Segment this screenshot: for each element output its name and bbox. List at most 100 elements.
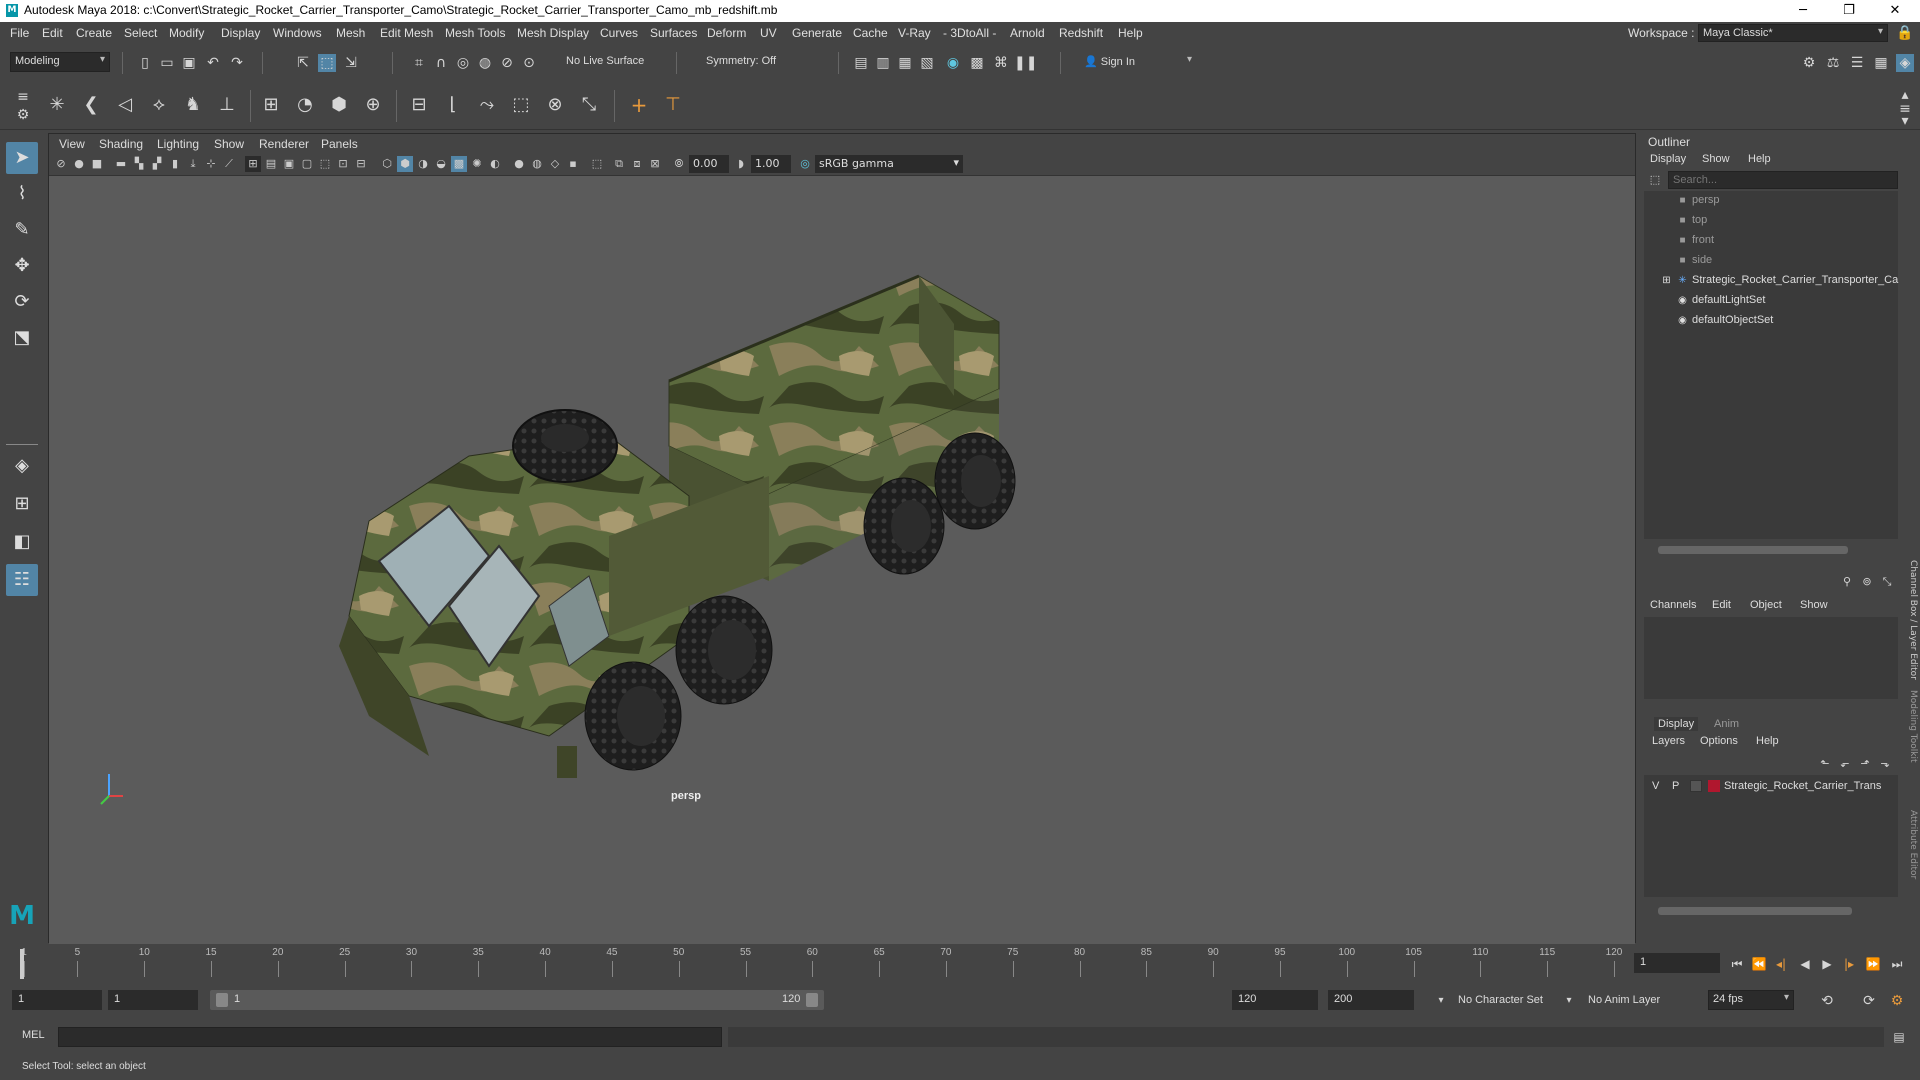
channel-box-icon-1[interactable]: ⚲ xyxy=(1838,573,1856,591)
menu-modify[interactable]: Modify xyxy=(169,26,204,40)
menu-redshift[interactable]: Redshift xyxy=(1059,26,1103,40)
menu-generate[interactable]: Generate xyxy=(792,26,842,40)
save-scene-icon[interactable]: ▣ xyxy=(180,54,198,72)
ambient-occlusion-icon[interactable]: ● xyxy=(511,156,527,172)
step-forward-frame-icon[interactable]: |▸ xyxy=(1840,955,1858,973)
layer-editor-icon[interactable]: ◈ xyxy=(1896,54,1914,72)
time-slider[interactable]: 1 5 10 15 20 25 30 35 40 45 50 55 60 65 70 75 80 85 90 95 10… xyxy=(0,945,1920,981)
camera-attr-icon[interactable]: ● xyxy=(71,156,87,172)
shelf-tool-18-icon[interactable]: ⊤ xyxy=(664,96,682,114)
menu-help[interactable]: Help xyxy=(1118,26,1143,40)
outliner-menu-help[interactable]: Help xyxy=(1748,153,1771,165)
ipr-render-icon[interactable]: ▦ xyxy=(896,54,914,72)
use-lights-icon[interactable]: ✺ xyxy=(469,156,485,172)
auto-key-icon[interactable]: ⟳ xyxy=(1860,992,1878,1010)
range-start-handle[interactable] xyxy=(216,993,228,1007)
shelf-tool-6-icon[interactable]: ⊥ xyxy=(218,96,236,114)
shelf-menu-icon[interactable]: ≡ xyxy=(14,88,32,106)
play-backward-icon[interactable]: ◀ xyxy=(1796,955,1814,973)
mel-command-input[interactable] xyxy=(58,1027,722,1047)
close-button[interactable]: ✕ xyxy=(1872,0,1918,22)
xray-joints-icon[interactable]: ⧈ xyxy=(629,156,645,172)
shadows-icon[interactable]: ⊡ xyxy=(335,156,351,172)
exposure-field[interactable]: 0.00 xyxy=(689,155,729,173)
shelf-settings-icon[interactable]: ⚙ xyxy=(14,106,32,124)
lights-icon[interactable]: ⬚ xyxy=(317,156,333,172)
select-component-icon[interactable]: ⇲ xyxy=(342,54,360,72)
animation-start-field[interactable]: 1 xyxy=(12,990,102,1010)
attribute-editor-icon[interactable]: ⚖ xyxy=(1824,54,1842,72)
viewport-menu-lighting[interactable]: Lighting xyxy=(157,137,199,151)
select-hierarchy-icon[interactable]: ⇱ xyxy=(294,54,312,72)
outliner-search-input[interactable] xyxy=(1668,171,1898,189)
bounding-box-icon[interactable]: ◒ xyxy=(433,156,449,172)
menu-edit[interactable]: Edit xyxy=(42,26,63,40)
menu-cache[interactable]: Cache xyxy=(853,26,888,40)
layer-menu-help[interactable]: Help xyxy=(1756,735,1779,747)
wireframe-shaded-icon[interactable]: ⬡ xyxy=(379,156,395,172)
move-tool-icon[interactable]: ✥ xyxy=(6,250,38,282)
lock-icon[interactable]: 🔒 xyxy=(1896,24,1914,42)
depth-of-field-icon[interactable]: ▪ xyxy=(565,156,581,172)
shadows-toggle-icon[interactable]: ◐ xyxy=(487,156,503,172)
layer-visibility-toggle[interactable]: V xyxy=(1652,780,1659,792)
pause-icon[interactable]: ❚❚ xyxy=(1014,54,1037,72)
viewport-canvas[interactable]: persp xyxy=(49,176,1635,944)
viewport-menu-shading[interactable]: Shading xyxy=(99,137,143,151)
outliner-item-persp[interactable]: ■ persp xyxy=(1644,191,1898,211)
menu-windows[interactable]: Windows xyxy=(273,26,322,40)
new-layer-icon[interactable]: ⬏ xyxy=(1856,755,1874,773)
select-tool-icon[interactable]: ➤ xyxy=(6,142,38,174)
render-sequence-icon[interactable]: ▩ xyxy=(968,54,986,72)
menu-curves[interactable]: Curves xyxy=(600,26,638,40)
menu-3dtoall[interactable]: - 3DtoAll - xyxy=(943,26,996,40)
motion-blur-icon[interactable]: ◍ xyxy=(529,156,545,172)
texture-icon[interactable]: ▢ xyxy=(299,156,315,172)
channel-box-icon-2[interactable]: ⊚ xyxy=(1858,573,1876,591)
lasso-tool-icon[interactable]: ⌇ xyxy=(6,178,38,210)
hypershade-icon[interactable]: ◉ xyxy=(944,54,962,72)
channelbox-menu-channels[interactable]: Channels xyxy=(1650,599,1696,611)
four-view-icon[interactable]: ⊞ xyxy=(6,488,38,520)
channel-box-icon-3[interactable]: ⤡ xyxy=(1878,573,1896,591)
shelf-tool-16-icon[interactable]: ⤡ xyxy=(580,96,598,114)
single-view-icon[interactable]: ◈ xyxy=(6,450,38,482)
isolate-select-icon[interactable]: ⬚ xyxy=(589,156,605,172)
wireframe-icon[interactable]: ⊞ xyxy=(245,156,261,172)
viewport-menu-panels[interactable]: Panels xyxy=(321,137,358,151)
playback-start-field[interactable]: 1 xyxy=(108,990,198,1010)
animation-prefs-icon[interactable]: ⚙ xyxy=(1888,992,1906,1010)
menu-mesh-tools[interactable]: Mesh Tools xyxy=(445,26,505,40)
range-end-handle[interactable] xyxy=(806,993,818,1007)
layer-menu-options[interactable]: Options xyxy=(1700,735,1738,747)
safe-action-icon[interactable]: ⟋ xyxy=(221,156,237,172)
workspace-dropdown[interactable]: Maya Classic* ▾ xyxy=(1698,24,1888,42)
channelbox-menu-show[interactable]: Show xyxy=(1800,599,1828,611)
snap-grid-icon[interactable]: ⌗ xyxy=(410,54,428,72)
resolution-gate-icon[interactable]: ▮ xyxy=(167,156,183,172)
gate-mask-icon[interactable]: ⤓ xyxy=(185,156,201,172)
channel-box-toggle-icon[interactable]: ▦ xyxy=(1872,54,1890,72)
layer-tab-display[interactable]: Display xyxy=(1654,717,1699,731)
fps-dropdown[interactable]: 24 fps ▾ xyxy=(1708,990,1794,1010)
channelbox-menu-object[interactable]: Object xyxy=(1750,599,1782,611)
channelbox-menu-edit[interactable]: Edit xyxy=(1712,599,1731,611)
smooth-shade-icon[interactable]: ▤ xyxy=(263,156,279,172)
layer-move-down-icon[interactable]: ⬐ xyxy=(1836,755,1854,773)
shelf-tool-17-icon[interactable]: + xyxy=(630,95,648,115)
bookmark-icon[interactable]: ■ xyxy=(89,156,105,172)
layer-move-up-icon[interactable]: ⬑ xyxy=(1816,755,1834,773)
outliner-item-default-object-set[interactable]: ◉ defaultObjectSet xyxy=(1644,311,1898,331)
new-layer-selected-icon[interactable]: ⬎ xyxy=(1876,755,1894,773)
paint-select-tool-icon[interactable]: ✎ xyxy=(6,214,38,246)
snap-view-icon[interactable]: ◍ xyxy=(476,54,494,72)
outliner-menu-show[interactable]: Show xyxy=(1702,153,1730,165)
snap-point-icon[interactable]: ◎ xyxy=(454,54,472,72)
go-to-end-icon[interactable]: ⏭ xyxy=(1888,955,1906,973)
menu-surfaces[interactable]: Surfaces xyxy=(650,26,697,40)
layer-menu-layers[interactable]: Layers xyxy=(1652,735,1685,747)
character-set-chevron-icon[interactable]: ▾ xyxy=(1432,992,1450,1010)
expand-icon[interactable]: ⊞ xyxy=(1660,274,1673,287)
layer-type-box[interactable] xyxy=(1690,780,1702,792)
menu-select[interactable]: Select xyxy=(124,26,157,40)
